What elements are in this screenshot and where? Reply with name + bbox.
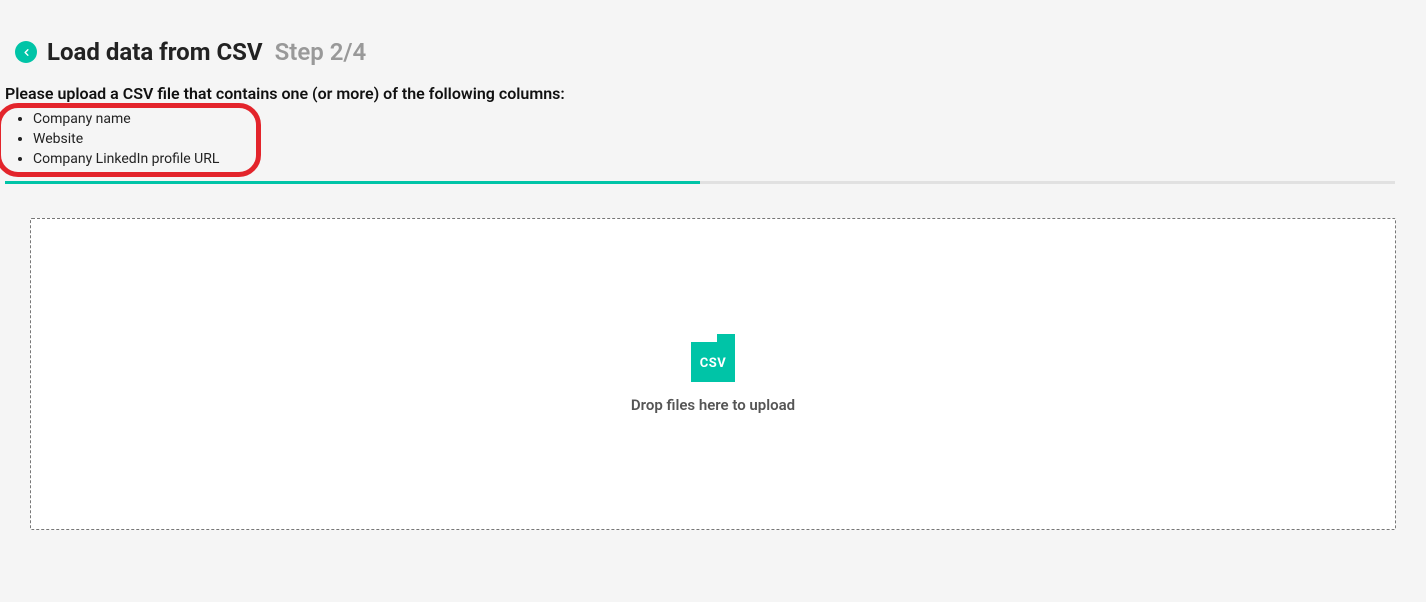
step-indicator: Step 2/4 bbox=[275, 38, 367, 66]
required-columns-list: Company name Website Company LinkedIn pr… bbox=[5, 109, 219, 169]
list-item: Website bbox=[33, 129, 219, 149]
required-columns-wrap: Company name Website Company LinkedIn pr… bbox=[0, 107, 219, 171]
list-item: Company name bbox=[33, 109, 219, 129]
page-header: Load data from CSV Step 2/4 bbox=[0, 0, 1426, 84]
page-container: Load data from CSV Step 2/4 Please uploa… bbox=[0, 0, 1426, 530]
csv-icon-label: CSV bbox=[691, 356, 735, 371]
progress-track bbox=[5, 181, 1395, 184]
back-arrow-icon[interactable] bbox=[15, 41, 37, 63]
csv-file-icon: CSV bbox=[691, 334, 735, 382]
progress-wrap bbox=[0, 171, 1426, 184]
progress-fill bbox=[5, 181, 700, 184]
file-dropzone[interactable]: CSV Drop files here to upload bbox=[30, 218, 1396, 530]
dropzone-text: Drop files here to upload bbox=[631, 396, 795, 414]
instructions-text: Please upload a CSV file that contains o… bbox=[0, 84, 1426, 107]
page-title: Load data from CSV bbox=[47, 38, 263, 66]
list-item: Company LinkedIn profile URL bbox=[33, 149, 219, 169]
